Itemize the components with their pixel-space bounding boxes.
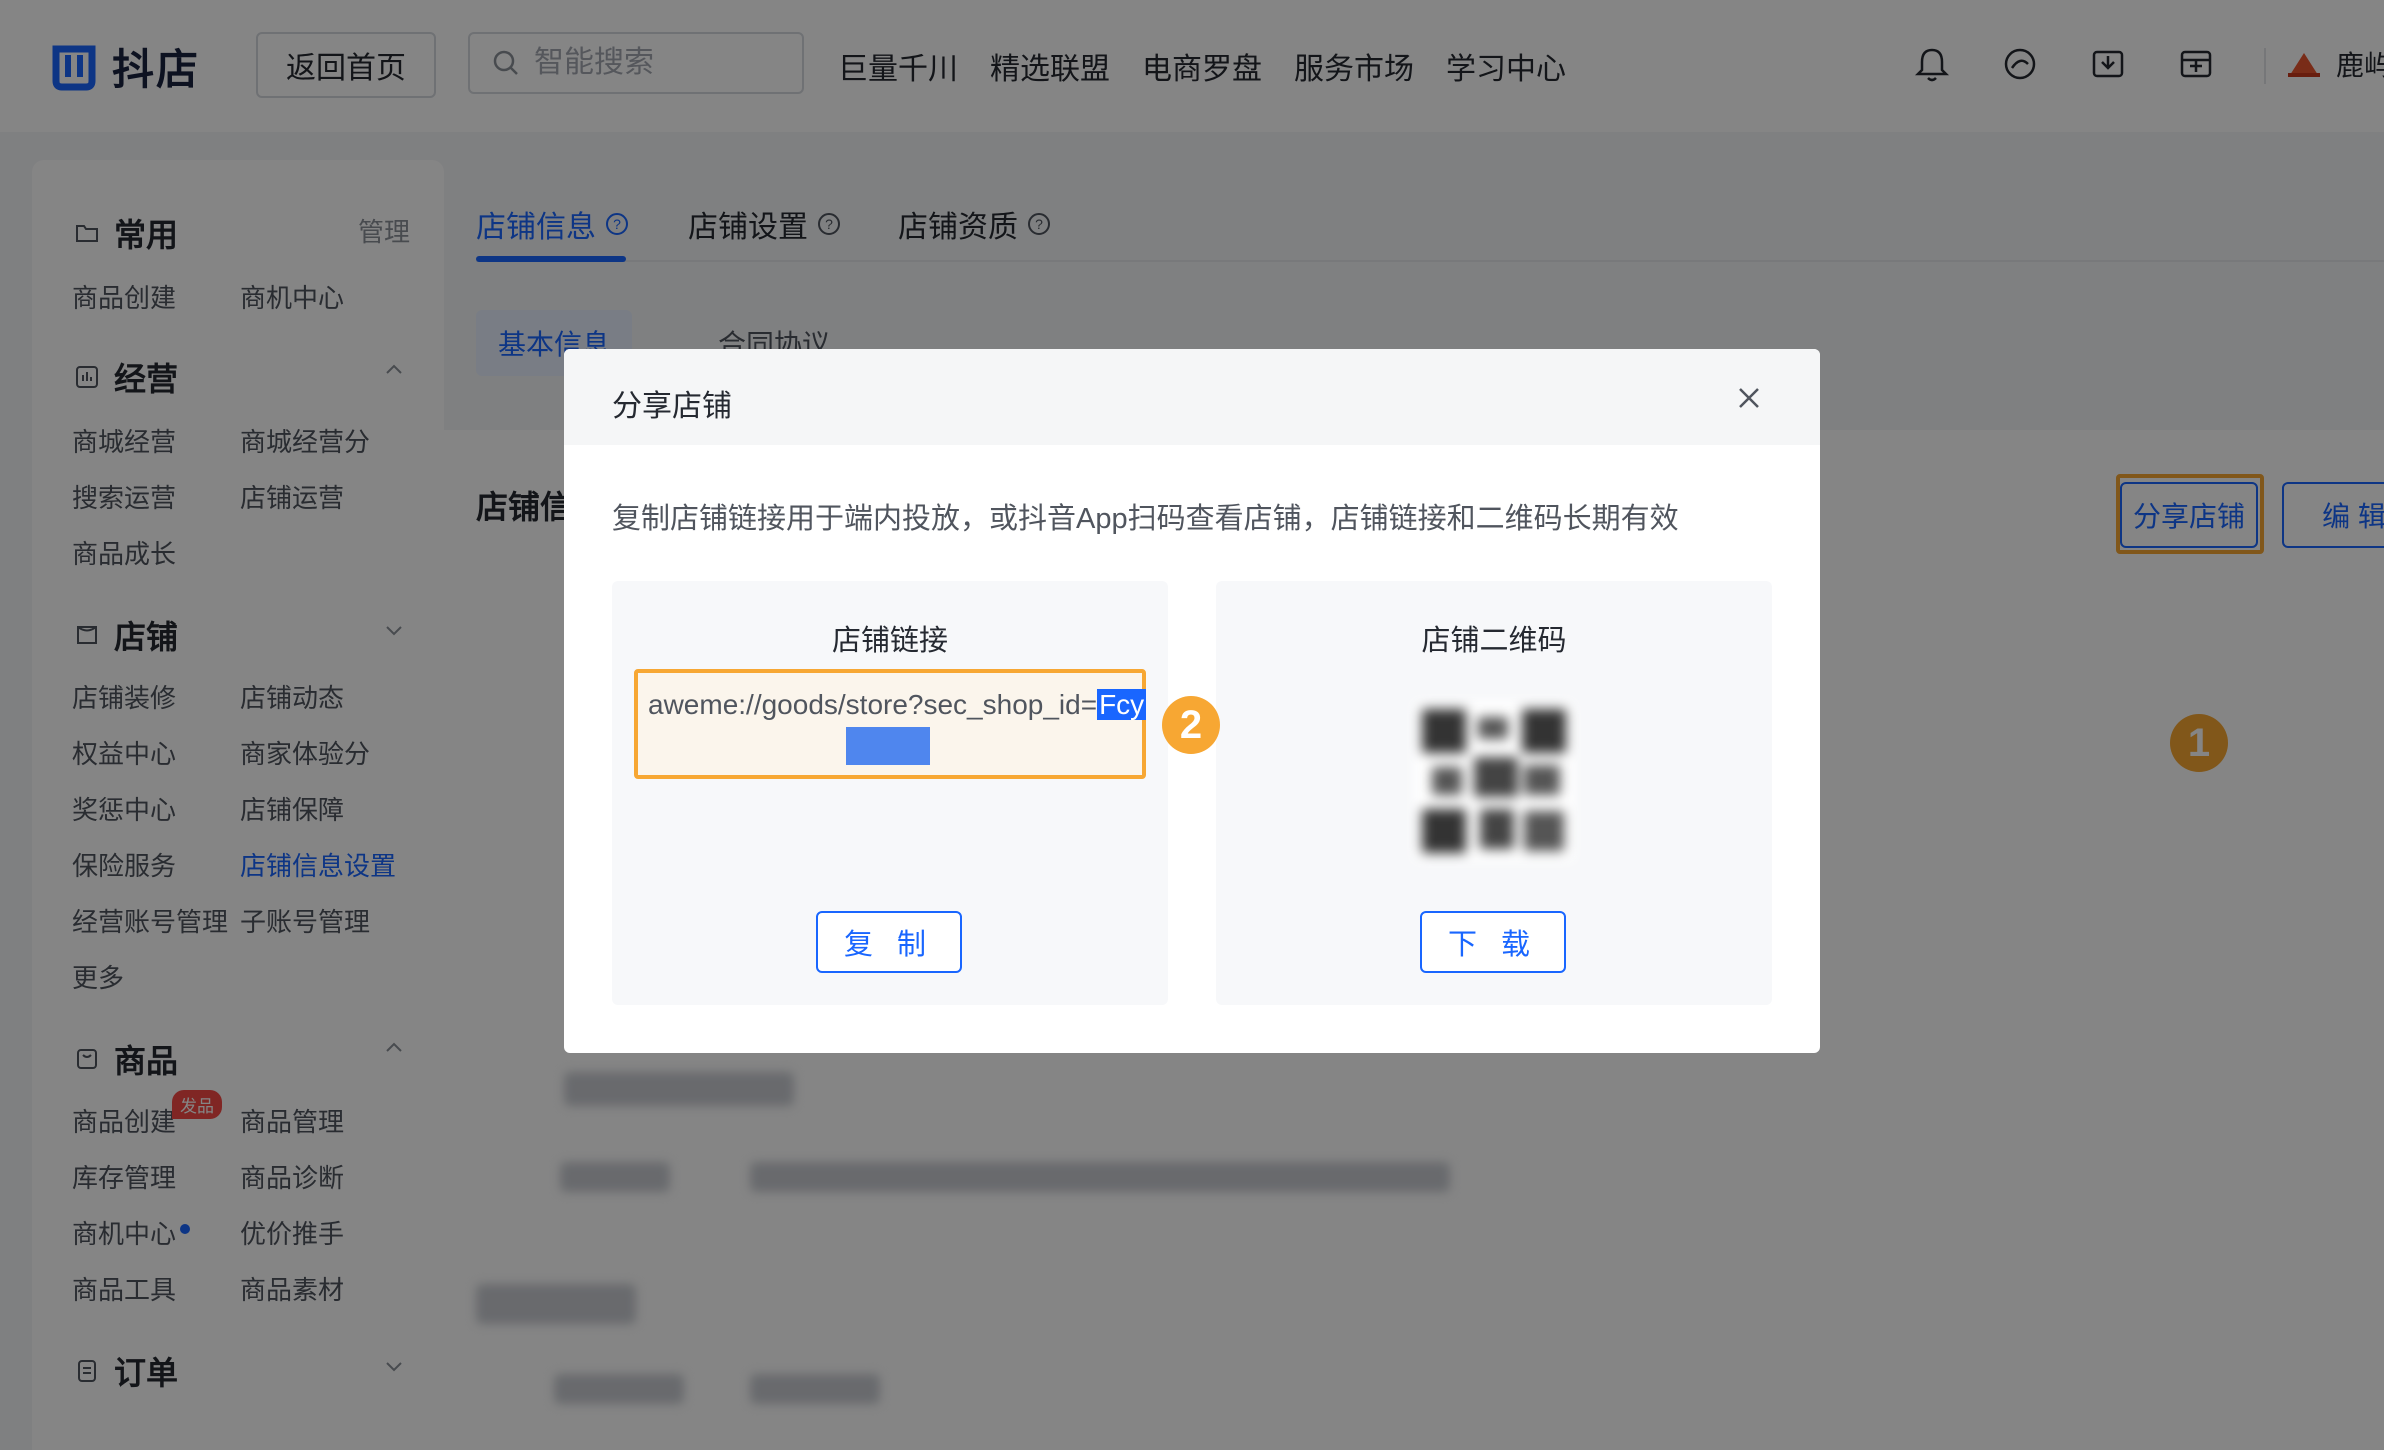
store-qr-panel: 店铺二维码 下 载 — [1216, 581, 1772, 1005]
store-link-selected: Fcy — [1097, 689, 1147, 720]
store-link-prefix: aweme://goods/store?sec_shop_id= — [648, 689, 1098, 720]
download-button[interactable]: 下 载 — [1420, 911, 1566, 973]
store-link-title: 店铺链接 — [831, 625, 948, 657]
text-selection-highlight — [846, 727, 930, 765]
store-link-panel: 店铺链接 aweme://goods/store?sec_shop_id=Fcy… — [612, 581, 1168, 1005]
modal-description: 复制店铺链接用于端内投放，或抖音App扫码查看店铺，店铺链接和二维码长期有效 — [612, 503, 1679, 535]
modal-title: 分享店铺 — [612, 390, 732, 423]
step2-badge: 2 — [1162, 696, 1220, 754]
copy-button[interactable]: 复 制 — [816, 911, 962, 973]
close-icon[interactable] — [1734, 383, 1764, 413]
store-link-box[interactable]: aweme://goods/store?sec_shop_id=Fcy — [634, 669, 1147, 779]
store-link-text[interactable]: aweme://goods/store?sec_shop_id=Fcy — [648, 689, 1147, 721]
qr-code-image — [1414, 701, 1574, 861]
store-qr-title: 店铺二维码 — [1421, 625, 1567, 657]
modal-header — [564, 349, 1820, 445]
